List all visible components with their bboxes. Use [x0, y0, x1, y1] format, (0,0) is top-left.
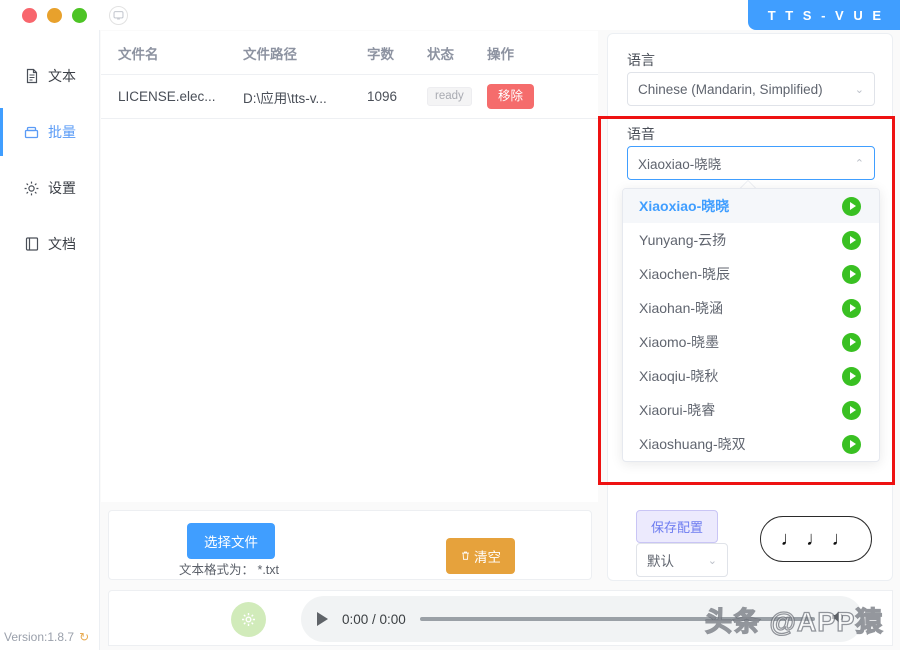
voice-option[interactable]: Yunyang-云扬 [623, 223, 879, 257]
column-header-word-count: 字数 [367, 46, 394, 62]
voice-option[interactable]: Xiaoshuang-晓双 [623, 427, 879, 461]
table-row[interactable]: LICENSE.elec... D:\应用\tts-v... 1096 read… [101, 75, 598, 119]
play-preview-icon[interactable] [842, 434, 861, 454]
play-preview-icon[interactable] [842, 264, 861, 284]
cell-word-count: 1096 [367, 89, 398, 104]
file-table: 文件名 文件路径 字数 状态 操作 LICENSE.elec... D:\应用\… [101, 31, 598, 502]
voice-option[interactable]: Xiaohan-晓涵 [623, 291, 879, 325]
language-select[interactable]: Chinese (Mandarin, Simplified) ⌄ [627, 72, 875, 106]
file-action-bar: 选择文件 文本格式为： *.txt 清空 [108, 510, 592, 580]
gear-icon [23, 180, 40, 197]
volume-icon[interactable] [829, 608, 847, 631]
voice-option-label: Xiaohan-晓涵 [639, 300, 724, 316]
window-controls [22, 5, 128, 25]
voice-option-label: Xiaochen-晓辰 [639, 266, 731, 282]
voice-select[interactable]: Xiaoxiao-晓晓 ⌃ [627, 146, 875, 180]
sidebar-item-label: 文档 [48, 236, 76, 252]
voice-dropdown-list[interactable]: Xiaoxiao-晓晓 Yunyang-云扬 Xiaochen-晓辰 Xiaoh… [622, 188, 880, 462]
file-format-hint: 文本格式为： *.txt [179, 563, 280, 577]
status-badge-label: ready [427, 86, 472, 107]
document-text-icon [23, 68, 40, 85]
cell-file-path: D:\应用\tts-v... [243, 90, 327, 106]
play-icon[interactable] [317, 612, 328, 626]
voice-option-label: Xiaomo-晓墨 [639, 334, 720, 350]
save-config-button[interactable]: 保存配置 [636, 510, 719, 543]
sidebar-item-docs[interactable]: 文档 [0, 216, 99, 272]
clear-button-label: 清空 [474, 550, 501, 565]
play-preview-icon[interactable] [842, 332, 861, 352]
voice-option[interactable]: Xiaoxiao-晓晓 [623, 189, 879, 223]
voice-option[interactable]: Xiaomo-晓墨 [623, 325, 879, 359]
voice-option-label: Xiaoxiao-晓晓 [639, 198, 730, 214]
progress-slider[interactable] [419, 617, 815, 621]
sidebar-item-label: 文本 [48, 68, 76, 84]
monitor-icon[interactable] [109, 5, 128, 25]
voice-option[interactable]: Xiaochen-晓辰 [623, 257, 879, 291]
cell-action: 移除 [487, 84, 577, 109]
player-bar: 0:00 / 0:00 [108, 590, 893, 646]
column-header-file-path: 文件路径 [243, 46, 297, 62]
sidebar-item-settings[interactable]: 设置 [0, 160, 99, 216]
status-badge: ready [427, 86, 487, 107]
version-text: Version:1.8.7 [4, 630, 75, 644]
voice-select-value: Xiaoxiao-晓晓 [638, 157, 722, 172]
preset-select[interactable]: 默认 ⌄ [636, 543, 728, 577]
audio-player: 0:00 / 0:00 [301, 596, 863, 642]
column-header-status: 状态 [427, 46, 454, 62]
voice-option-label: Yunyang-云扬 [639, 232, 727, 248]
playback-time: 0:00 / 0:00 [342, 611, 406, 627]
choose-file-button[interactable]: 选择文件 [187, 523, 275, 559]
chevron-up-icon: ⌃ [854, 157, 864, 170]
sidebar-item-batch[interactable]: 批量 [0, 104, 99, 160]
remove-button[interactable]: 移除 [487, 84, 535, 109]
minimize-dot[interactable] [47, 7, 62, 23]
gear-circle-icon[interactable] [231, 602, 266, 637]
play-preview-icon[interactable] [842, 366, 861, 386]
play-preview-icon[interactable] [842, 230, 861, 250]
chevron-down-icon: ⌄ [707, 554, 717, 567]
preset-select-value: 默认 [647, 554, 674, 569]
sidebar: 文本 批量 设置 文档 [0, 30, 100, 650]
sidebar-item-label: 批量 [48, 124, 76, 140]
music-notes-button[interactable]: ♩ ♩ ♩ [760, 516, 872, 562]
maximize-dot[interactable] [72, 7, 87, 23]
play-preview-icon[interactable] [842, 298, 861, 318]
refresh-icon[interactable]: ↻ [79, 630, 89, 644]
voice-option-label: Xiaoqiu-晓秋 [639, 368, 719, 384]
play-preview-icon[interactable] [842, 400, 861, 420]
voice-option[interactable]: Xiaoqiu-晓秋 [623, 359, 879, 393]
trash-icon [460, 549, 471, 564]
cell-file-name: LICENSE.elec... [118, 89, 216, 104]
title-bar: T T S - V U E [0, 0, 900, 30]
close-dot[interactable] [22, 7, 37, 23]
app-window: T T S - V U E 文本 批量 设置 文档 文件名 文件路径 字数 状态… [0, 0, 900, 650]
voice-option[interactable]: Xiaorui-晓睿 [623, 393, 879, 427]
play-preview-icon[interactable] [842, 196, 861, 216]
version-label: Version:1.8.7 ↻ [4, 630, 89, 644]
language-select-value: Chinese (Mandarin, Simplified) [638, 81, 823, 97]
language-label: 语言 [627, 52, 655, 68]
column-header-action: 操作 [487, 46, 514, 62]
voice-label: 语音 [627, 126, 655, 142]
column-header-file-name: 文件名 [118, 46, 159, 62]
chevron-down-icon: ⌄ [854, 83, 864, 96]
sidebar-item-label: 设置 [48, 180, 76, 196]
app-brand-title: T T S - V U E [747, 0, 900, 30]
voice-option-label: Xiaoshuang-晓双 [639, 436, 746, 452]
voice-option-label: Xiaorui-晓睿 [639, 402, 716, 418]
sidebar-item-text[interactable]: 文本 [0, 48, 99, 104]
batch-box-icon [23, 124, 40, 141]
table-header-row: 文件名 文件路径 字数 状态 操作 [101, 31, 598, 75]
book-icon [23, 236, 40, 253]
clear-button[interactable]: 清空 [446, 538, 515, 574]
